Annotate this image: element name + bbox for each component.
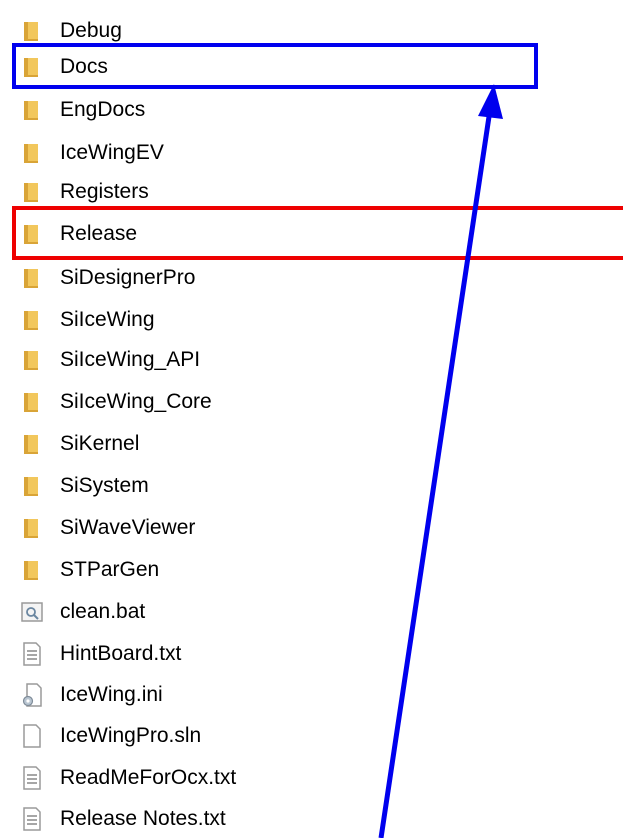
item-label: HintBoard.txt: [60, 642, 182, 665]
folder-icon: [20, 178, 44, 206]
folder-item[interactable]: SiDesignerPro: [0, 258, 623, 298]
folder-icon: [20, 17, 44, 45]
blank-file-icon: [20, 722, 44, 750]
item-label: ReadMeForOcx.txt: [60, 766, 237, 789]
folder-item[interactable]: SiIceWing_API: [0, 340, 623, 380]
item-label: SiDesignerPro: [60, 266, 196, 289]
item-label: SiWaveViewer: [60, 516, 196, 539]
folder-icon: [20, 430, 44, 458]
text-file-icon: [20, 764, 44, 792]
batch-file-icon: [20, 598, 44, 626]
file-item[interactable]: IceWingPro.sln: [0, 716, 623, 756]
item-label: IceWingPro.sln: [60, 724, 202, 747]
folder-icon: [20, 96, 44, 124]
item-label: SiIceWing_Core: [60, 390, 212, 413]
item-label: Release Notes.txt: [60, 807, 226, 830]
folder-icon: [20, 139, 44, 167]
folder-item[interactable]: EngDocs: [0, 90, 623, 130]
folder-icon: [20, 264, 44, 292]
item-label: EngDocs: [60, 98, 146, 121]
text-file-icon: [20, 805, 44, 833]
item-label: SiKernel: [60, 432, 140, 455]
file-item[interactable]: IceWing.ini: [0, 675, 623, 715]
config-file-icon: [20, 681, 44, 709]
item-label: SiIceWing: [60, 308, 155, 331]
folder-icon: [20, 306, 44, 334]
folder-item[interactable]: SiSystem: [0, 466, 623, 506]
folder-icon: [20, 346, 44, 374]
folder-item[interactable]: SiIceWing_Core: [0, 382, 623, 422]
file-item[interactable]: clean.bat: [0, 592, 623, 632]
folder-icon: [20, 514, 44, 542]
file-item[interactable]: Release Notes.txt: [0, 799, 623, 839]
folder-item[interactable]: SiWaveViewer: [0, 508, 623, 548]
folder-item[interactable]: SiKernel: [0, 424, 623, 464]
item-label: STParGen: [60, 558, 160, 581]
item-label: clean.bat: [60, 600, 146, 623]
text-file-icon: [20, 640, 44, 668]
item-label: IceWing.ini: [60, 683, 163, 706]
item-label: SiSystem: [60, 474, 149, 497]
blue-highlight-box: [12, 43, 538, 89]
folder-item[interactable]: IceWingEV: [0, 133, 623, 173]
folder-item[interactable]: SiIceWing: [0, 300, 623, 340]
item-label: SiIceWing_API: [60, 348, 201, 371]
folder-icon: [20, 472, 44, 500]
file-item[interactable]: HintBoard.txt: [0, 634, 623, 674]
file-item[interactable]: ReadMeForOcx.txt: [0, 758, 623, 798]
item-label: IceWingEV: [60, 141, 164, 164]
folder-icon: [20, 556, 44, 584]
folder-icon: [20, 388, 44, 416]
red-highlight-box: [12, 206, 623, 260]
folder-item[interactable]: STParGen: [0, 550, 623, 590]
